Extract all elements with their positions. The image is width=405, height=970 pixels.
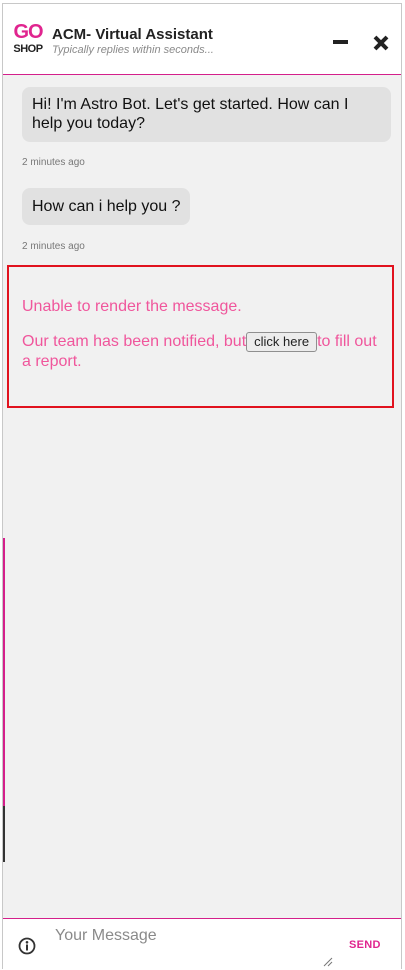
bot-message-bubble: How can i help you ? [22,188,190,225]
chat-header: GO SHOP ACM- Virtual Assistant Typically… [3,4,401,75]
window-edge-shadow [3,806,5,862]
message-input[interactable] [54,925,333,967]
info-icon[interactable] [18,937,36,955]
resize-grip-icon[interactable] [321,955,333,967]
logo-go-text: GO [13,21,43,43]
message-composer: SEND [3,918,401,970]
close-icon [373,35,389,51]
close-button[interactable] [371,32,391,54]
message-timestamp: 2 minutes ago [22,157,85,168]
minimize-button[interactable] [331,32,351,52]
error-report-text: Our team has been notified, but click her… [22,332,382,372]
goshop-logo: GO SHOP [12,22,44,58]
chat-window [2,3,402,969]
error-report-prefix: Our team has been notified, but [22,333,247,350]
logo-shop-text: SHOP [13,43,43,55]
error-message: Unable to render the message. [22,298,242,315]
bot-message-bubble: Hi! I'm Astro Bot. Let's get started. Ho… [22,87,391,142]
message-timestamp: 2 minutes ago [22,241,85,252]
minimize-icon [333,40,348,44]
send-button[interactable]: SEND [349,939,381,951]
click-here-button[interactable]: click here [246,332,318,352]
render-error-box: Unable to render the message. Our team h… [7,265,394,408]
chat-subtitle: Typically replies within seconds... [52,44,214,56]
chat-title: ACM- Virtual Assistant [52,26,213,43]
